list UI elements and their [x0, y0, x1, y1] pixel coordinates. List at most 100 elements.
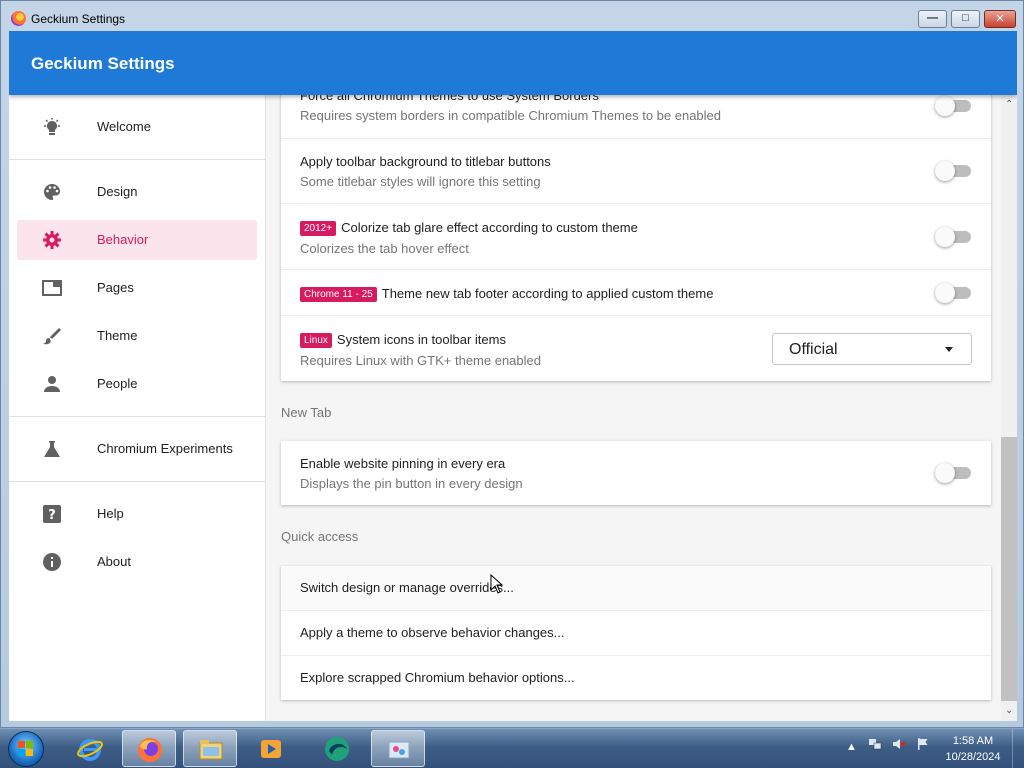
browser-icon [325, 737, 349, 761]
scrollbar-thumb[interactable] [1001, 437, 1017, 701]
minimize-icon: — [927, 12, 938, 24]
close-button[interactable]: ✕ [984, 10, 1016, 28]
show-desktop-button[interactable] [1012, 729, 1024, 768]
platform-badge: Linux [300, 333, 332, 348]
setting-row: Linux System icons in toolbar items Requi… [281, 316, 991, 381]
sidebar-item-about[interactable]: About [17, 542, 257, 582]
sidebar-item-theme[interactable]: Theme [17, 316, 257, 356]
system-borders-toggle[interactable] [935, 96, 973, 116]
taskbar-internet-explorer[interactable] [63, 730, 117, 767]
show-hidden-icons-icon[interactable]: ▲ [846, 741, 860, 753]
sidebar-divider [9, 481, 265, 482]
sidebar-item-people[interactable]: People [17, 364, 257, 404]
system-icons-select[interactable]: Official [772, 333, 972, 365]
sidebar-item-help[interactable]: ? Help [17, 494, 257, 534]
quick-access-link-theme[interactable]: Apply a theme to observe behavior change… [281, 611, 991, 656]
window-title: Geckium Settings [31, 12, 126, 26]
sidebar-item-label: Help [97, 506, 124, 521]
person-icon [42, 375, 62, 393]
chevron-up-icon[interactable]: ⌃ [1005, 99, 1013, 110]
quick-access-link-design[interactable]: Switch design or manage overrides... [281, 566, 991, 611]
client-area: Geckium Settings Welcome Design Behavior… [9, 31, 1017, 721]
select-value: Official [789, 341, 838, 358]
link-label: Switch design or manage overrides... [300, 580, 514, 595]
setting-title: Force all Chromium Themes to use System … [300, 95, 599, 103]
gear-icon [42, 231, 62, 249]
app-title: Geckium Settings [31, 54, 175, 73]
tab-glare-toggle[interactable] [935, 227, 973, 247]
setting-title: Enable website pinning in every era [300, 456, 506, 471]
setting-row: Chrome 11 - 25 Theme new tab footer accor… [281, 270, 991, 316]
sidebar-item-label: Behavior [97, 232, 149, 247]
taskbar-file-explorer[interactable] [183, 730, 237, 767]
taskbar-firefox[interactable] [122, 730, 176, 767]
new-tab-footer-toggle[interactable] [935, 283, 973, 303]
media-player-icon [261, 740, 281, 758]
app-window: Geckium Settings — □ ✕ Geckium Settings … [0, 0, 1024, 728]
taskbar-paint[interactable] [371, 730, 425, 767]
sidebar-item-label: About [97, 554, 131, 569]
volume-muted-icon[interactable] [892, 737, 906, 749]
start-button[interactable] [8, 731, 44, 767]
taskbar-media-player[interactable] [244, 730, 298, 767]
app-bar: Geckium Settings [9, 31, 1017, 95]
close-icon: ✕ [995, 13, 1005, 25]
quick-access-card: Switch design or manage overrides... App… [281, 566, 991, 700]
link-label: Apply a theme to observe behavior change… [300, 625, 565, 640]
sidebar: Welcome Design Behavior Pages Theme Peop… [9, 95, 266, 721]
sidebar-item-behavior[interactable]: Behavior [17, 220, 257, 260]
sidebar-item-design[interactable]: Design [17, 172, 257, 212]
sidebar-item-pages[interactable]: Pages [17, 268, 257, 308]
sidebar-item-label: Chromium Experiments [97, 441, 233, 456]
titlebar[interactable]: Geckium Settings — □ ✕ [1, 1, 1023, 31]
setting-subtitle: Requires system borders in compatible Ch… [300, 108, 722, 123]
setting-title: Linux System icons in toolbar items [300, 332, 506, 348]
sidebar-item-label: Design [97, 184, 138, 199]
action-center-flag-icon[interactable] [916, 737, 930, 750]
help-icon: ? [42, 505, 62, 523]
website-pinning-toggle[interactable] [935, 463, 973, 483]
setting-subtitle: Requires Linux with GTK+ theme enabled [300, 353, 541, 368]
new-tab-card: Enable website pinning in every era Disp… [281, 441, 991, 505]
version-badge: Chrome 11 - 25 [300, 287, 377, 302]
network-icon[interactable] [868, 737, 882, 750]
setting-title-text: Theme new tab footer according to applie… [381, 286, 714, 301]
toolbar-background-toggle[interactable] [935, 161, 973, 181]
setting-subtitle: Some titlebar styles will ignore this se… [300, 174, 541, 189]
system-clock[interactable]: 1:58 AM 10/28/2024 [938, 733, 1008, 765]
setting-subtitle: Displays the pin button in every design [300, 476, 523, 491]
svg-text:?: ? [48, 508, 56, 523]
version-badge: 2012+ [300, 221, 337, 236]
mouse-cursor [490, 574, 504, 594]
minimize-button[interactable]: — [918, 10, 947, 28]
setting-title: Apply toolbar background to titlebar but… [300, 154, 551, 169]
setting-title: Chrome 11 - 25 Theme new tab footer accor… [300, 286, 713, 302]
lightbulb-icon [42, 118, 62, 136]
brush-icon [42, 327, 62, 345]
sidebar-divider [9, 159, 265, 160]
internet-explorer-icon [77, 739, 103, 761]
sidebar-item-label: People [97, 376, 138, 391]
file-explorer-icon [199, 740, 223, 760]
paint-icon [388, 741, 410, 759]
taskbar-browser[interactable] [310, 730, 364, 767]
palette-icon [42, 183, 62, 201]
sidebar-item-chromium-experiments[interactable]: Chromium Experiments [17, 429, 257, 469]
maximize-button[interactable]: □ [951, 10, 980, 28]
sidebar-divider [9, 416, 265, 417]
setting-subtitle: Colorizes the tab hover effect [300, 241, 469, 256]
firefox-icon [11, 11, 26, 26]
sidebar-item-label: Pages [97, 280, 134, 295]
setting-title-text: System icons in toolbar items [336, 332, 506, 347]
setting-row: Enable website pinning in every era Disp… [281, 441, 991, 505]
section-label-new-tab: New Tab [281, 405, 332, 420]
window-icon [42, 279, 62, 297]
setting-title: 2012+ Colorize tab glare effect according… [300, 220, 638, 236]
settings-content: Force all Chromium Themes to use System … [267, 95, 1001, 721]
chevron-down-icon [945, 347, 953, 352]
windows-logo-icon [18, 741, 34, 757]
sidebar-item-welcome[interactable]: Welcome [17, 107, 257, 147]
vertical-scrollbar[interactable]: ⌃ ⌄ [1001, 95, 1017, 721]
quick-access-link-scrapped-options[interactable]: Explore scrapped Chromium behavior optio… [281, 656, 991, 700]
chevron-down-icon[interactable]: ⌄ [1005, 705, 1013, 716]
